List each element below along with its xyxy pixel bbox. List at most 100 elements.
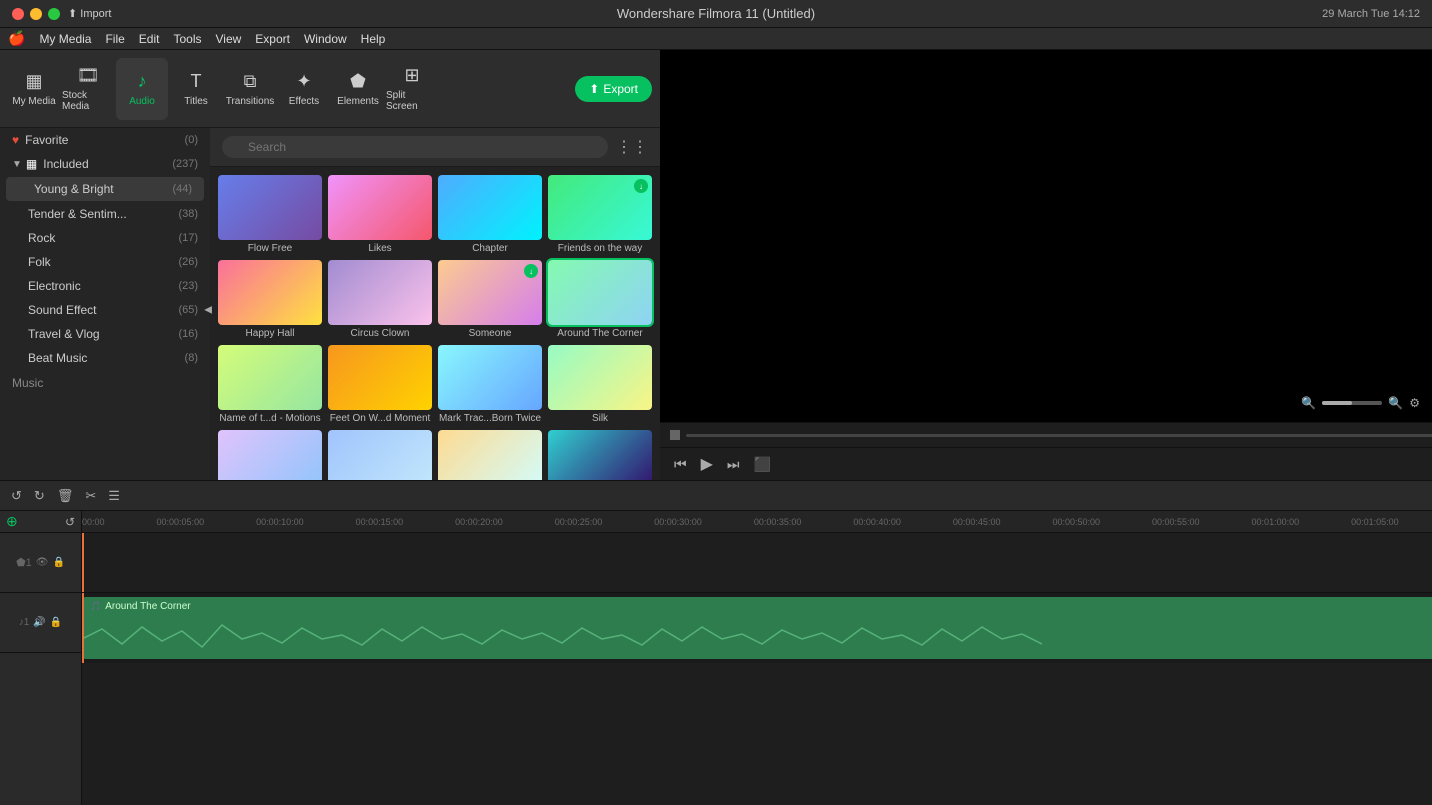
media-item-7[interactable]: ↓ Someone bbox=[438, 260, 542, 339]
tender-label: Tender & Sentim... bbox=[28, 207, 178, 221]
audio-clip[interactable]: 🎵 Around The Corner bbox=[82, 597, 1432, 659]
media-item-2[interactable]: Likes bbox=[328, 175, 432, 254]
preview-panel: 00:00:00:00 ⏮ ▶ ⏭ ⬛ 📷 📸 🔊 Full 50% 75 bbox=[660, 50, 1432, 480]
timeline-list-button[interactable]: ☰ bbox=[105, 486, 123, 506]
audio-lock-icon[interactable]: 🔒 bbox=[50, 617, 62, 628]
sidebar-favorite-count: (0) bbox=[185, 134, 198, 146]
elements-icon: ⬟ bbox=[350, 71, 366, 92]
media-item-1[interactable]: Flow Free bbox=[218, 175, 322, 254]
menu-edit[interactable]: Edit bbox=[139, 32, 160, 46]
toolbar-stock-media[interactable]: 🎞 Stock Media bbox=[62, 58, 114, 120]
audio-track-icon: ♪1 bbox=[19, 617, 30, 628]
speaker-icon[interactable]: 🔊 bbox=[33, 617, 45, 628]
travel-vlog-count: (16) bbox=[178, 328, 198, 340]
grid-view-icon[interactable]: ⋮⋮ bbox=[616, 137, 648, 157]
toolbar-titles[interactable]: T Titles bbox=[170, 58, 222, 120]
play-button[interactable]: ▶ bbox=[697, 452, 717, 476]
sidebar-item-rock[interactable]: Rock (17) bbox=[0, 226, 210, 250]
media-item-4[interactable]: ↓ Friends on the way bbox=[548, 175, 652, 254]
toolbar-split-screen[interactable]: ⊞ Split Screen bbox=[386, 58, 438, 120]
toolbar-audio[interactable]: ♪ Audio bbox=[116, 58, 168, 120]
sidebar-item-favorite[interactable]: ♥ Favorite (0) bbox=[0, 128, 210, 152]
library-area: ♥ Favorite (0) ▼ ▦ Included (237) bbox=[0, 128, 660, 480]
toolbar-effects[interactable]: ✦ Effects bbox=[278, 58, 330, 120]
timeline-content: ⊕ ↺ ⬟1 👁 🔒 ♪1 🔊 🔒 bbox=[0, 511, 1432, 805]
ruler-tick-4: 00:00:20:00 bbox=[455, 517, 503, 527]
media-item-5[interactable]: Happy Hall bbox=[218, 260, 322, 339]
close-button[interactable] bbox=[12, 8, 24, 20]
add-track-button[interactable]: ⊕ bbox=[6, 513, 18, 530]
toolbar-transitions[interactable]: ⧉ Transitions bbox=[224, 58, 276, 120]
next-frame-button[interactable]: ⏭ bbox=[723, 454, 744, 475]
media-item-13[interactable]: Feel the summer bbox=[218, 430, 322, 480]
lock-icon[interactable]: 🔒 bbox=[52, 557, 64, 568]
travel-vlog-label: Travel & Vlog bbox=[28, 327, 178, 341]
menu-tools[interactable]: Tools bbox=[173, 32, 201, 46]
media-item-3[interactable]: Chapter bbox=[438, 175, 542, 254]
export-label: Export bbox=[603, 82, 638, 96]
import-button[interactable]: ⬆ Import bbox=[68, 7, 128, 20]
timeline-zoom-bar[interactable] bbox=[1322, 401, 1382, 405]
timeline-undo-button[interactable]: ↺ bbox=[8, 486, 25, 506]
timeline-cut-button[interactable]: ✂ bbox=[82, 486, 99, 506]
export-icon: ⬆ bbox=[589, 82, 599, 96]
media-name: Name of t...d - Motions bbox=[218, 413, 322, 424]
sidebar-item-young-bright[interactable]: Young & Bright (44) bbox=[6, 177, 204, 201]
settings-icon[interactable]: ⚙ bbox=[1409, 396, 1420, 410]
media-item-11[interactable]: Mark Trac...Born Twice bbox=[438, 345, 542, 424]
menu-window[interactable]: Window bbox=[304, 32, 347, 46]
zoom-out-icon[interactable]: 🔍 bbox=[1301, 396, 1316, 410]
lib-header: 🔍 ⋮⋮ bbox=[210, 128, 660, 167]
sidebar-item-included[interactable]: ▼ ▦ Included (237) bbox=[0, 152, 210, 176]
sidebar-item-travel-vlog[interactable]: Travel & Vlog (16) bbox=[0, 322, 210, 346]
progress-bar[interactable] bbox=[686, 434, 1432, 437]
media-item-8[interactable]: Around The Corner bbox=[548, 260, 652, 339]
stop-button[interactable]: ⬛ bbox=[750, 454, 775, 475]
track-1-icon: ⬟1 bbox=[16, 556, 32, 569]
menu-help[interactable]: Help bbox=[361, 32, 386, 46]
minimize-button[interactable] bbox=[30, 8, 42, 20]
media-item-9[interactable]: Name of t...d - Motions bbox=[218, 345, 322, 424]
media-item-16[interactable]: Little Maps - Eddie bbox=[548, 430, 652, 480]
sidebar-item-folk[interactable]: Folk (26) bbox=[0, 250, 210, 274]
playhead-dot[interactable] bbox=[670, 430, 680, 440]
export-button[interactable]: ⬆ Export bbox=[575, 76, 652, 102]
menu-apple[interactable]: 🍎 bbox=[8, 30, 25, 47]
media-item-14[interactable]: Verve bbox=[328, 430, 432, 480]
menu-file[interactable]: File bbox=[105, 32, 124, 46]
beat-music-label: Beat Music bbox=[28, 351, 185, 365]
media-item-6[interactable]: Circus Clown bbox=[328, 260, 432, 339]
ruler-tick-8: 00:00:40:00 bbox=[853, 517, 901, 527]
my-media-icon: ▦ bbox=[25, 71, 42, 92]
heart-icon: ♥ bbox=[12, 133, 19, 147]
eye-icon[interactable]: 👁 bbox=[36, 557, 49, 568]
media-item-12[interactable]: Silk bbox=[548, 345, 652, 424]
timeline-redo-button[interactable]: ↻ bbox=[31, 486, 48, 506]
media-item-15[interactable]: Epilogue bbox=[438, 430, 542, 480]
zoom-in-icon[interactable]: 🔍 bbox=[1388, 396, 1403, 410]
menu-view[interactable]: View bbox=[216, 32, 242, 46]
beat-music-count: (8) bbox=[185, 352, 198, 364]
sidebar-item-tender[interactable]: Tender & Sentim... (38) bbox=[0, 202, 210, 226]
ruler-tick-10: 00:00:50:00 bbox=[1052, 517, 1100, 527]
toolbar-my-media[interactable]: ▦ My Media bbox=[8, 58, 60, 120]
grid-icon: ▦ bbox=[26, 157, 37, 171]
loop-button[interactable]: ↺ bbox=[65, 515, 75, 529]
toolbar-elements[interactable]: ⬟ Elements bbox=[332, 58, 384, 120]
maximize-button[interactable] bbox=[48, 8, 60, 20]
search-input[interactable] bbox=[222, 136, 608, 158]
sidebar-item-electronic[interactable]: Electronic (23) bbox=[0, 274, 210, 298]
sound-effect-count: (65) bbox=[178, 304, 198, 316]
preview-controls: 00:00:00:00 bbox=[660, 422, 1432, 447]
download-badge: ↓ bbox=[634, 179, 648, 193]
timeline-delete-button[interactable]: 🗑 bbox=[54, 486, 77, 506]
sound-effect-label: Sound Effect bbox=[28, 303, 178, 317]
menu-export[interactable]: Export bbox=[255, 32, 290, 46]
ruler-tick-7: 00:00:35:00 bbox=[754, 517, 802, 527]
sidebar-item-beat-music[interactable]: Beat Music (8) bbox=[0, 346, 210, 370]
prev-frame-button[interactable]: ⏮ bbox=[670, 454, 691, 475]
sidebar-item-sound-effect[interactable]: Sound Effect (65) ◀ bbox=[0, 298, 210, 322]
media-item-10[interactable]: Feet On W...d Moment bbox=[328, 345, 432, 424]
menu-app[interactable]: My Media bbox=[39, 32, 91, 46]
window-controls[interactable] bbox=[12, 8, 60, 20]
